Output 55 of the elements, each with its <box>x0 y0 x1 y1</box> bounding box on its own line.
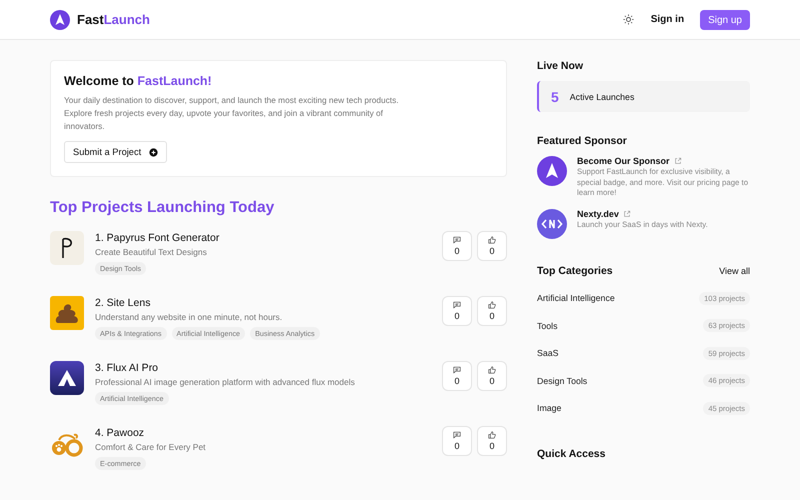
section-heading: Top Projects Launching Today <box>50 199 276 217</box>
project-title[interactable]: 3. Flux AI Pro <box>95 362 442 374</box>
thumbs-up-icon <box>488 366 496 374</box>
project-tagline: Comfort & Care for Every Pet <box>95 442 207 452</box>
section-heading: Featured Sponsor <box>537 135 628 147</box>
category-link[interactable]: Tools <box>537 320 558 331</box>
category-link[interactable]: Design Tools <box>537 376 588 386</box>
upvote-button[interactable]: 0 <box>477 426 507 456</box>
project-title[interactable]: 2. Site Lens <box>95 297 442 309</box>
thumbs-up-icon <box>488 236 496 244</box>
rocket-logo-icon[interactable] <box>537 156 567 186</box>
project-title[interactable]: 1. Papyrus Font Generator <box>95 232 442 244</box>
comments-button[interactable]: 0 <box>442 426 472 456</box>
comments-button[interactable]: 0 <box>442 296 472 326</box>
comments-button[interactable]: 0 <box>442 361 472 391</box>
live-label: Active Launches <box>570 92 634 102</box>
project-tagline: Understand any website in one minute, not hours. <box>95 312 284 322</box>
comment-icon <box>453 236 461 244</box>
tent-logo-icon[interactable] <box>50 361 84 395</box>
comments-button[interactable]: 0 <box>442 231 472 261</box>
project-tagline: Professional AI image generation platform with advanced flux models <box>95 377 356 387</box>
flag-logo-icon[interactable] <box>50 231 84 265</box>
external-link-icon[interactable] <box>622 210 631 218</box>
welcome-title: Welcome to FastLaunch! <box>64 74 213 88</box>
live-count: 5 <box>551 88 559 104</box>
category-link[interactable]: Artificial Intelligence <box>537 293 615 304</box>
comment-icon <box>453 301 461 309</box>
category-link[interactable]: SaaS <box>537 348 559 358</box>
code-brackets-logo-icon[interactable] <box>537 208 567 238</box>
upvote-button[interactable]: 0 <box>477 361 507 391</box>
sign-in-link[interactable]: Sign in <box>650 14 684 25</box>
view-all-link[interactable]: View all <box>719 266 750 276</box>
category-link[interactable]: Image <box>537 403 562 414</box>
mascot-logo-icon[interactable] <box>50 296 84 330</box>
welcome-text: Your daily destination to discover, support, and launch the most exciting new tech products. Explore fresh projects every day, upvote your favorites, and join a vibrant community of innovators. <box>64 94 400 133</box>
thumbs-up-icon <box>488 301 496 309</box>
project-tagline: Create Beautiful Text Designs <box>95 247 208 257</box>
section-heading: Live Now <box>537 60 584 72</box>
sign-up-button[interactable]: Sign up <box>700 10 750 30</box>
project-title[interactable]: 4. Pawooz <box>95 427 442 439</box>
rocket-logo-icon[interactable] <box>50 10 70 30</box>
section-heading: Top Categories <box>537 264 613 276</box>
upvote-button[interactable]: 0 <box>477 296 507 326</box>
upvote-button[interactable]: 0 <box>477 231 507 261</box>
comment-icon <box>453 366 461 374</box>
external-link-icon[interactable] <box>674 157 682 165</box>
section-heading: Quick Access <box>537 448 606 460</box>
brand-name[interactable]: FastLaunch <box>77 12 150 27</box>
sponsor-name[interactable]: Nexty.dev <box>577 208 619 218</box>
plus-circle-icon <box>149 148 158 156</box>
comment-icon <box>453 431 461 439</box>
thumbs-up-icon <box>488 431 496 439</box>
sun-icon[interactable] <box>622 14 634 25</box>
sponsor-name[interactable]: Become Our Sponsor <box>577 156 670 166</box>
submit-project-button[interactable]: Submit a Project <box>64 141 168 163</box>
